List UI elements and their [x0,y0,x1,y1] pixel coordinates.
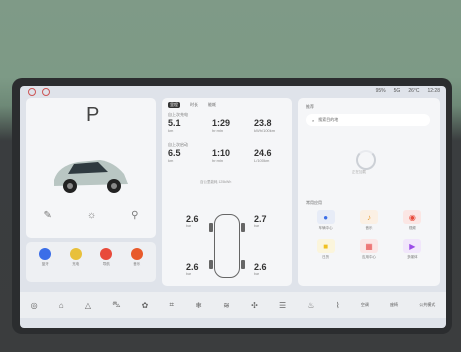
panel-title: 推荐 [306,104,314,109]
app-music[interactable]: ♪ 音乐 [347,210,390,231]
energy-note: 百公里能耗 125kWh [200,180,232,184]
fan-icon[interactable]: ✿ [142,301,149,310]
wiper-icon[interactable]: ✎ [44,210,52,221]
car-icon: ● [316,210,335,224]
screen: 95% 5G 26°C 12:28 P ✎ ☼ ⚲ 蓝牙 充电 导航 音乐 里程… [20,86,446,328]
bluetooth-icon [39,248,52,260]
apps-icon: ▦ [359,239,378,253]
app-calendar[interactable]: ■ 日历 [304,239,347,260]
app-media[interactable]: ▶ 多媒体 [391,239,434,260]
search-input[interactable]: ⌕ 搜索目的地 [306,114,430,126]
tire-fr: 2.7 bar [254,214,267,228]
music-icon [130,248,143,260]
app-charge[interactable]: 充电 [69,248,82,267]
tab-distance[interactable]: 里程 [168,102,180,108]
loading-text: 正在加载 [352,170,366,174]
fan-speed-icon[interactable]: ✣ [251,301,258,310]
app-music[interactable]: 音乐 [130,248,143,267]
ac-icon[interactable]: ≋ [223,301,230,310]
car-outline-icon [209,214,245,278]
tire-rl: 2.6 bar [186,262,199,276]
gear-indicator: P [86,104,100,126]
bottom-dock: ◎ ⌂ △ ⛍ ✿ ⌗ ❄ ≋ ✣ ☰ ♨ ⌇ 空调 座椅 公共模式 [20,292,446,318]
app-navigation[interactable]: 导航 [100,248,113,267]
app-center[interactable]: ▦ 应用中心 [347,239,390,260]
tab-energy[interactable]: 能耗 [208,102,216,108]
loading-spinner-icon [356,150,376,170]
app-vehicle-center[interactable]: ● 车辆中心 [304,210,347,231]
status-bar: 95% 5G 26°C 12:28 [20,86,446,96]
car-image [54,160,128,193]
tire-fl: 2.6 bar [186,214,199,228]
temperature: 26°C [408,88,420,94]
signal: 5G [393,88,401,94]
temp-icon[interactable]: ❄ [195,301,202,310]
tab-duration[interactable]: 时长 [190,102,198,108]
vent-icon[interactable]: ⌇ [336,301,340,310]
app-bluetooth[interactable]: 蓝牙 [39,248,52,267]
trip-stats-panel: 里程 时长 能耗 自上次充电 5.1 km 1:29 hr:min 23.8 kWh/… [162,98,292,286]
tire-rr: 2.6 bar [254,262,267,276]
clock: 12:28 [427,88,440,94]
defrost-icon[interactable]: ☰ [279,301,286,310]
status-icon [42,88,50,96]
light-icon[interactable]: ☼ [87,210,96,221]
warning-icon[interactable]: △ [85,301,91,310]
calendar-icon: ■ [316,239,335,253]
key-icon[interactable]: ⚲ [131,210,138,221]
charge-icon [69,248,82,260]
vehicle-panel: P ✎ ☼ ⚲ [26,98,156,238]
dock-label[interactable]: 公共模式 [419,302,435,308]
home-icon[interactable]: ◎ [31,301,38,310]
navigation-icon [100,248,113,260]
heat-icon[interactable]: ♨ [307,301,314,310]
dock-label[interactable]: 座椅 [390,302,398,308]
dock-label[interactable]: 空调 [361,302,369,308]
media-icon: ▶ [403,239,422,253]
search-icon: ⌕ [312,117,315,123]
video-icon: ◉ [403,210,422,224]
seat-icon[interactable]: ⌂ [59,301,64,310]
app-grid: ● 车辆中心 ♪ 音乐 ◉ 视频 ■ 日历 ▦ 应用中心 ▶ 多媒体 [304,210,434,260]
music-icon: ♪ [359,210,378,224]
battery: 95% [375,88,386,94]
status-icon [28,88,36,96]
app-video[interactable]: ◉ 视频 [391,210,434,231]
vehicle-controls: ✎ ☼ ⚲ [26,210,156,221]
car-icon[interactable]: ⛍ [112,300,120,310]
quick-apps: 蓝牙 充电 导航 音乐 [26,242,156,282]
recommend-panel: 推荐 ⌕ 搜索目的地 正在加载 常用应用 ● 车辆中心 ♪ 音乐 ◉ 视频 ■ 日历 ▦… [298,98,440,286]
section-apps: 常用应用 [306,200,322,205]
grid-icon[interactable]: ⌗ [170,300,175,310]
